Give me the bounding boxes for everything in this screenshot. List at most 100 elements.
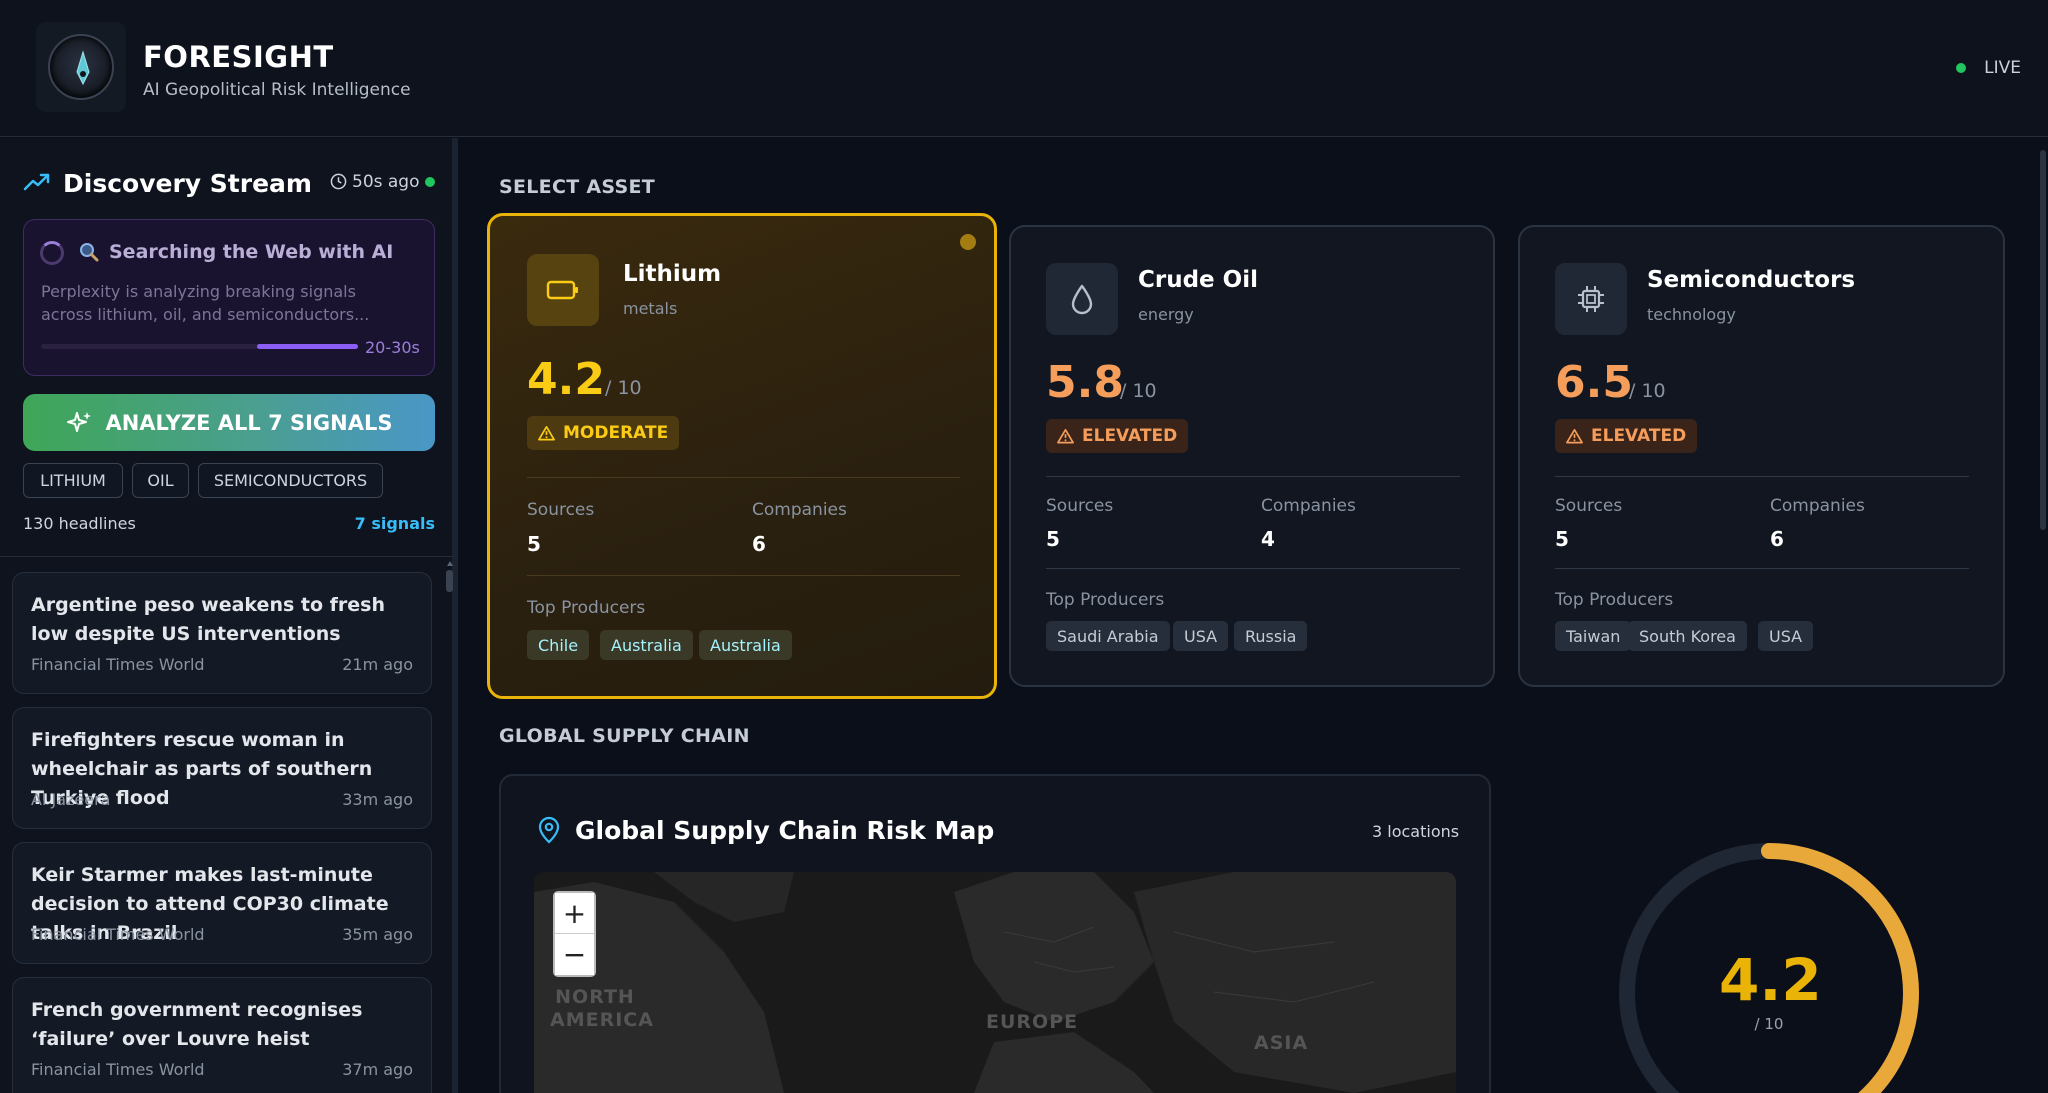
last-updated-time: 50s ago (352, 172, 420, 192)
asset-card-semiconductors[interactable]: Semiconductors technology 6.5 / 10 ELEVA… (1518, 225, 2005, 687)
news-item[interactable]: Argentine peso weakens to fresh low desp… (12, 572, 432, 694)
asset-card-crude-oil[interactable]: Crude Oil energy 5.8 / 10 ELEVATED Sourc… (1009, 225, 1495, 687)
news-source: Al Jazeera (31, 790, 111, 809)
search-icon (80, 243, 99, 262)
headlines-count: 130 headlines (23, 514, 136, 533)
producer-tag: Saudi Arabia (1046, 621, 1170, 651)
risk-level-label: ELEVATED (1591, 426, 1687, 446)
brand-title: FORESIGHT (143, 40, 334, 74)
card-divider (527, 575, 960, 576)
risk-level-badge: ELEVATED (1555, 419, 1698, 453)
top-producers-label: Top Producers (527, 598, 646, 618)
risk-score-max: / 10 (1629, 380, 1666, 402)
gauge-score: 4.2 (1719, 946, 1822, 1014)
risk-score: 6.5 (1555, 357, 1633, 408)
stream-status-dot (425, 177, 435, 187)
card-divider (1555, 568, 1969, 569)
map-label-north-america: NORTH AMERICA (550, 986, 654, 1031)
card-divider (527, 477, 960, 478)
risk-level-label: ELEVATED (1082, 426, 1178, 446)
world-map[interactable]: NORTH AMERICA EUROPE ASIA (534, 872, 1456, 1093)
asset-name: Crude Oil (1138, 267, 1258, 293)
top-producers-label: Top Producers (1046, 590, 1165, 610)
loading-spinner-icon (40, 241, 64, 265)
sources-value: 5 (527, 532, 541, 556)
map-title: Global Supply Chain Risk Map (575, 816, 995, 845)
map-label-europe: EUROPE (986, 1011, 1079, 1033)
risk-score: 5.8 (1046, 357, 1124, 408)
analyze-all-signals-button[interactable]: ANALYZE ALL 7 SIGNALS (23, 394, 435, 451)
risk-score: 4.2 (527, 354, 605, 405)
warning-icon (1566, 429, 1583, 444)
filter-chip-oil[interactable]: OIL (132, 463, 189, 498)
trending-up-icon (23, 173, 50, 191)
filter-chip-lithium[interactable]: LITHIUM (23, 463, 123, 498)
sources-label: Sources (527, 500, 595, 520)
map-locations-count: 3 locations (1372, 822, 1460, 841)
chip-icon (1555, 263, 1627, 335)
sources-value: 5 (1555, 527, 1569, 551)
news-item[interactable]: French government recognises ‘failure’ o… (12, 977, 432, 1093)
producer-tag: Chile (527, 630, 590, 660)
news-title: French government recognises ‘failure’ o… (31, 999, 363, 1050)
producer-tag: Taiwan (1555, 621, 1632, 651)
risk-level-badge: MODERATE (527, 416, 680, 450)
map-label-asia: ASIA (1254, 1032, 1309, 1054)
risk-score-max: / 10 (605, 377, 642, 399)
discovery-stream-title: Discovery Stream (63, 169, 312, 198)
companies-label: Companies (752, 500, 847, 520)
search-status-title: Searching the Web with AI (109, 241, 394, 263)
asset-card-lithium[interactable]: Lithium metals 4.2 / 10 MODERATE Sources… (487, 213, 997, 699)
asset-name: Semiconductors (1647, 267, 1856, 293)
risk-level-badge: ELEVATED (1046, 419, 1189, 453)
filter-chip-semiconductors[interactable]: SEMICONDUCTORS (198, 463, 383, 498)
companies-value: 4 (1261, 527, 1275, 551)
global-supply-chain-heading: GLOBAL SUPPLY CHAIN (499, 725, 750, 747)
search-progress-fill (256, 344, 358, 349)
companies-value: 6 (752, 532, 766, 556)
signals-count[interactable]: 7 signals (355, 514, 435, 533)
compass-logo-icon (36, 22, 126, 112)
map-zoom-controls: + − (553, 891, 596, 977)
live-status-dot (1956, 63, 1966, 73)
map-pin-icon (538, 816, 560, 844)
news-scrollbar[interactable] (446, 570, 453, 592)
card-divider (1046, 476, 1460, 477)
asset-name: Lithium (623, 261, 722, 287)
news-item[interactable]: Keir Starmer makes last-minute decision … (12, 842, 432, 964)
selected-indicator-dot (960, 234, 976, 250)
news-source: Financial Times World (31, 925, 205, 944)
zoom-in-button[interactable]: + (555, 893, 594, 934)
search-eta: 20-30s (365, 338, 420, 357)
news-source: Financial Times World (31, 655, 205, 674)
producer-tag: USA (1758, 621, 1814, 651)
warning-icon (538, 426, 555, 441)
droplet-icon (1046, 263, 1118, 335)
main-scrollbar[interactable] (2040, 150, 2046, 530)
companies-value: 6 (1770, 527, 1784, 551)
sidebar-divider (0, 556, 452, 557)
news-source: Financial Times World (31, 1060, 205, 1079)
card-divider (1555, 476, 1969, 477)
analyze-button-label: ANALYZE ALL 7 SIGNALS (105, 410, 393, 435)
sources-label: Sources (1046, 496, 1114, 516)
asset-category: technology (1647, 305, 1736, 324)
producer-tag: South Korea (1628, 621, 1747, 651)
news-item[interactable]: Firefighters rescue woman in wheelchair … (12, 707, 432, 829)
scroll-up-arrow-icon[interactable] (447, 561, 453, 566)
news-time: 35m ago (342, 925, 413, 944)
producer-tag: USA (1173, 621, 1229, 651)
producer-tag: Australia (699, 630, 792, 660)
risk-score-max: / 10 (1120, 380, 1157, 402)
select-asset-heading: SELECT ASSET (499, 176, 656, 198)
news-time: 37m ago (342, 1060, 413, 1079)
gauge-score-max: / 10 (1754, 1015, 1784, 1033)
app-header: FORESIGHT AI Geopolitical Risk Intellige… (0, 0, 2048, 137)
producer-tag: Australia (600, 630, 693, 660)
battery-icon (527, 254, 599, 326)
card-divider (1046, 568, 1460, 569)
zoom-out-button[interactable]: − (555, 934, 594, 975)
producer-tag: Russia (1234, 621, 1308, 651)
warning-icon (1057, 429, 1074, 444)
search-status-description: Perplexity is analyzing breaking signals… (41, 282, 370, 324)
